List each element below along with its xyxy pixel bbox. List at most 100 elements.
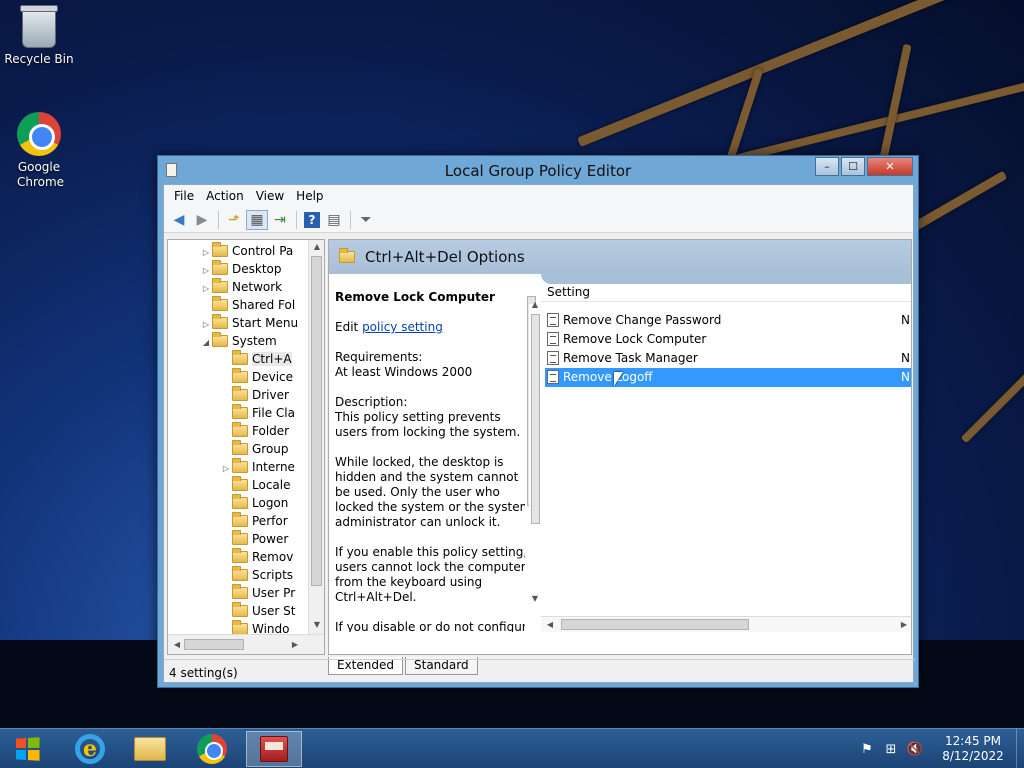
list-horizontal-scrollbar[interactable]: ◀ ▶ — [541, 616, 911, 632]
scroll-right-arrow[interactable]: ▶ — [897, 618, 911, 632]
window-title: Local Group Policy Editor — [444, 162, 632, 180]
chrome-icon — [17, 112, 61, 156]
setting-name: Remove Lock Computer — [563, 332, 707, 346]
column-setting[interactable]: Setting — [547, 285, 590, 299]
tree-item[interactable]: ▷ Interne — [220, 458, 295, 476]
tree-item[interactable]: Power — [220, 530, 288, 548]
setting-name: Remove Change Password — [563, 313, 722, 327]
taskbar-app-google-chrome[interactable] — [184, 731, 240, 767]
group-policy-editor-window: Local Group Policy Editor – ☐ ✕ File Act… — [157, 155, 919, 688]
desktop-icon-google-chrome[interactable]: Google Chrome — [1, 112, 77, 190]
help-icon[interactable]: ? — [304, 211, 320, 228]
tree-item[interactable]: File Cla — [220, 404, 295, 422]
folder-icon — [232, 584, 248, 599]
desktop-icon-recycle-bin[interactable]: Recycle Bin — [1, 5, 77, 67]
filter-icon[interactable]: ⏷ — [355, 210, 377, 230]
minimize-button[interactable]: – — [815, 157, 839, 176]
policy-setting-icon — [547, 313, 559, 327]
tree-item-label: Driver — [252, 388, 289, 402]
tree-item-label: Device — [252, 370, 294, 384]
tree-item[interactable]: Ctrl+A — [220, 350, 292, 368]
tree-item[interactable]: Scripts — [220, 566, 293, 584]
action-center-flag-icon[interactable]: ⚑ — [858, 742, 876, 757]
windows-logo-icon — [15, 737, 40, 761]
tree-item[interactable]: User Pr — [220, 584, 295, 602]
list-header[interactable]: Setting — [541, 282, 911, 302]
up-folder-icon[interactable]: ⬏ — [223, 210, 245, 230]
close-button[interactable]: ✕ — [867, 157, 913, 176]
list-item[interactable]: Remove Lock Computer — [545, 330, 911, 349]
scroll-up-arrow[interactable]: ▲ — [310, 240, 324, 254]
edit-policy-setting-link[interactable]: policy setting — [362, 320, 443, 334]
details-header-title: Ctrl+Alt+Del Options — [365, 248, 525, 266]
back-icon[interactable]: ◀ — [168, 210, 190, 230]
tree-item[interactable]: Group — [220, 440, 289, 458]
list-item[interactable]: Remove Task Manager N — [545, 349, 911, 368]
scroll-left-arrow[interactable]: ◀ — [170, 638, 184, 652]
tree-item[interactable]: Remov — [220, 548, 293, 566]
setting-state: N — [901, 370, 910, 384]
start-button[interactable] — [4, 731, 50, 767]
tree-item[interactable]: ▷ Start Menu — [200, 314, 298, 332]
menu-view[interactable]: View — [250, 189, 290, 203]
scroll-right-arrow[interactable]: ▶ — [288, 638, 302, 652]
tree-horizontal-scrollbar[interactable]: ◀ ▶ — [168, 634, 324, 654]
tree-item[interactable]: User St — [220, 602, 296, 620]
tree-item[interactable]: Folder — [220, 422, 289, 440]
network-icon[interactable]: ⊞ — [882, 742, 900, 757]
folder-icon — [232, 368, 248, 383]
tree-item-label: Scripts — [252, 568, 294, 582]
menu-bar: File Action View Help — [164, 185, 913, 207]
folder-icon — [232, 602, 248, 617]
taskbar-app-file-explorer[interactable] — [122, 731, 178, 767]
clock-time: 12:45 PM — [945, 734, 1001, 748]
properties-icon[interactable]: ▤ — [323, 210, 345, 230]
scroll-thumb[interactable] — [184, 639, 244, 650]
tree-item[interactable]: ▷ Desktop — [200, 260, 282, 278]
tree-vertical-scrollbar[interactable]: ▲ ▼ — [308, 240, 324, 634]
export-list-icon[interactable]: ⇥ — [269, 210, 291, 230]
tree-item-label: User St — [252, 604, 296, 618]
scroll-down-arrow[interactable]: ▼ — [528, 592, 542, 606]
menu-file[interactable]: File — [168, 189, 200, 203]
show-desktop-button[interactable] — [1016, 729, 1024, 768]
list-left-scrollbar[interactable]: ▲ ▼ — [528, 300, 542, 606]
tree-item[interactable]: ◢ System — [200, 332, 277, 350]
tree-item[interactable]: ▷ Network — [200, 278, 282, 296]
scroll-thumb[interactable] — [531, 314, 540, 524]
scroll-left-arrow[interactable]: ◀ — [543, 618, 557, 632]
clock[interactable]: 12:45 PM 8/12/2022 — [930, 734, 1016, 764]
navigation-tree[interactable]: ▷ Control Pa ▷ Desktop ▷ Network Shared Fol ▷ St… — [167, 239, 325, 655]
tree-item[interactable]: Device — [220, 368, 293, 386]
volume-muted-icon[interactable]: 🔇 — [906, 742, 924, 757]
tree-item[interactable]: Locale — [220, 476, 290, 494]
tree-item[interactable]: Perfor — [220, 512, 288, 530]
scroll-down-arrow[interactable]: ▼ — [310, 618, 324, 632]
menu-action[interactable]: Action — [200, 189, 250, 203]
folder-icon — [212, 278, 228, 293]
maximize-button[interactable]: ☐ — [841, 157, 865, 176]
taskbar-app-group-policy-editor[interactable] — [246, 731, 302, 767]
show-hide-tree-icon[interactable]: ▦ — [246, 209, 268, 230]
forward-icon[interactable]: ▶ — [191, 210, 213, 230]
scroll-up-arrow[interactable]: ▲ — [528, 298, 542, 312]
list-item[interactable]: Remove Logoff N — [545, 368, 911, 387]
title-bar[interactable]: Local Group Policy Editor – ☐ ✕ — [158, 156, 918, 184]
tree-item[interactable]: Logon — [220, 494, 288, 512]
tree-item-label: System — [232, 334, 277, 348]
menu-help[interactable]: Help — [290, 189, 329, 203]
list-item[interactable]: Remove Change Password N — [545, 311, 911, 330]
edit-prefix: Edit — [335, 320, 363, 334]
folder-icon — [232, 440, 248, 455]
settings-list: Setting Remove Change Password N Remove Lo… — [529, 274, 911, 654]
tree-item[interactable]: Shared Fol — [200, 296, 295, 314]
tree-item[interactable]: Driver — [220, 386, 289, 404]
tree-item[interactable]: ▷ Control Pa — [200, 242, 293, 260]
desktop-icon-label: Recycle Bin — [4, 52, 74, 66]
scroll-thumb[interactable] — [311, 256, 322, 586]
setting-name: Remove Task Manager — [563, 351, 698, 365]
scroll-thumb[interactable] — [561, 619, 749, 630]
taskbar-app-internet-explorer[interactable]: e — [62, 731, 118, 767]
expand-arrow-icon[interactable]: ◢ — [200, 334, 212, 352]
description-paragraph: If you enable this policy setting, users… — [335, 545, 528, 604]
